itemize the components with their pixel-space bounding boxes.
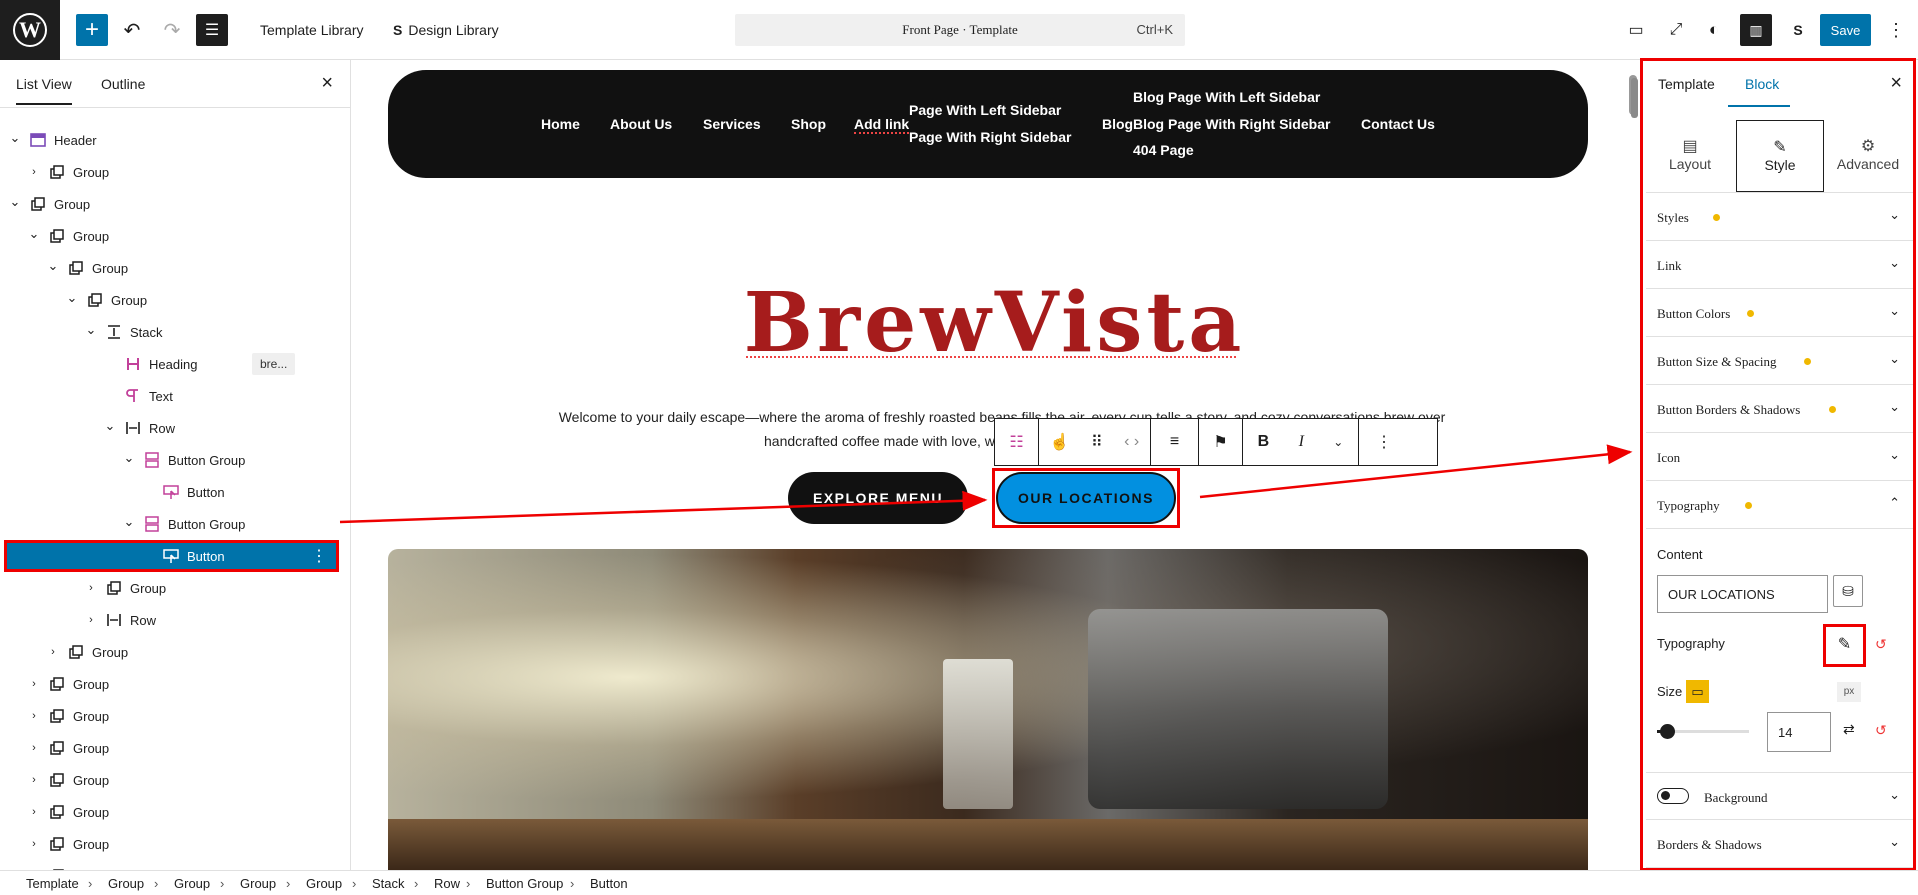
- breadcrumb-separator: ›: [352, 876, 357, 891]
- block-breadcrumb: Template › Group › Group › Group › Group › Stack › R…: [0, 870, 1918, 895]
- breadcrumb-item[interactable]: Group: [306, 876, 342, 891]
- breadcrumb-separator: ›: [220, 876, 225, 891]
- breadcrumb-item[interactable]: Row: [434, 876, 460, 891]
- breadcrumb-item[interactable]: Button: [590, 876, 628, 891]
- breadcrumb-separator: ›: [88, 876, 93, 891]
- breadcrumb-separator: ›: [466, 876, 471, 891]
- annotation-arrows: [339, 444, 1633, 524]
- breadcrumb-separator: ›: [286, 876, 291, 891]
- breadcrumb-separator: ›: [570, 876, 575, 891]
- breadcrumb-item[interactable]: Group: [108, 876, 144, 891]
- breadcrumb-separator: ›: [154, 876, 159, 891]
- breadcrumb-separator: ›: [414, 876, 419, 891]
- breadcrumb-item[interactable]: Template: [26, 876, 79, 891]
- breadcrumb-item[interactable]: Stack: [372, 876, 405, 891]
- breadcrumb-item[interactable]: Group: [240, 876, 276, 891]
- arrow-button-to-panel: [1199, 444, 1633, 499]
- breadcrumb-item[interactable]: Group: [174, 876, 210, 891]
- arrow-tree-to-button: [339, 490, 988, 524]
- breadcrumb-item[interactable]: Button Group: [486, 876, 563, 891]
